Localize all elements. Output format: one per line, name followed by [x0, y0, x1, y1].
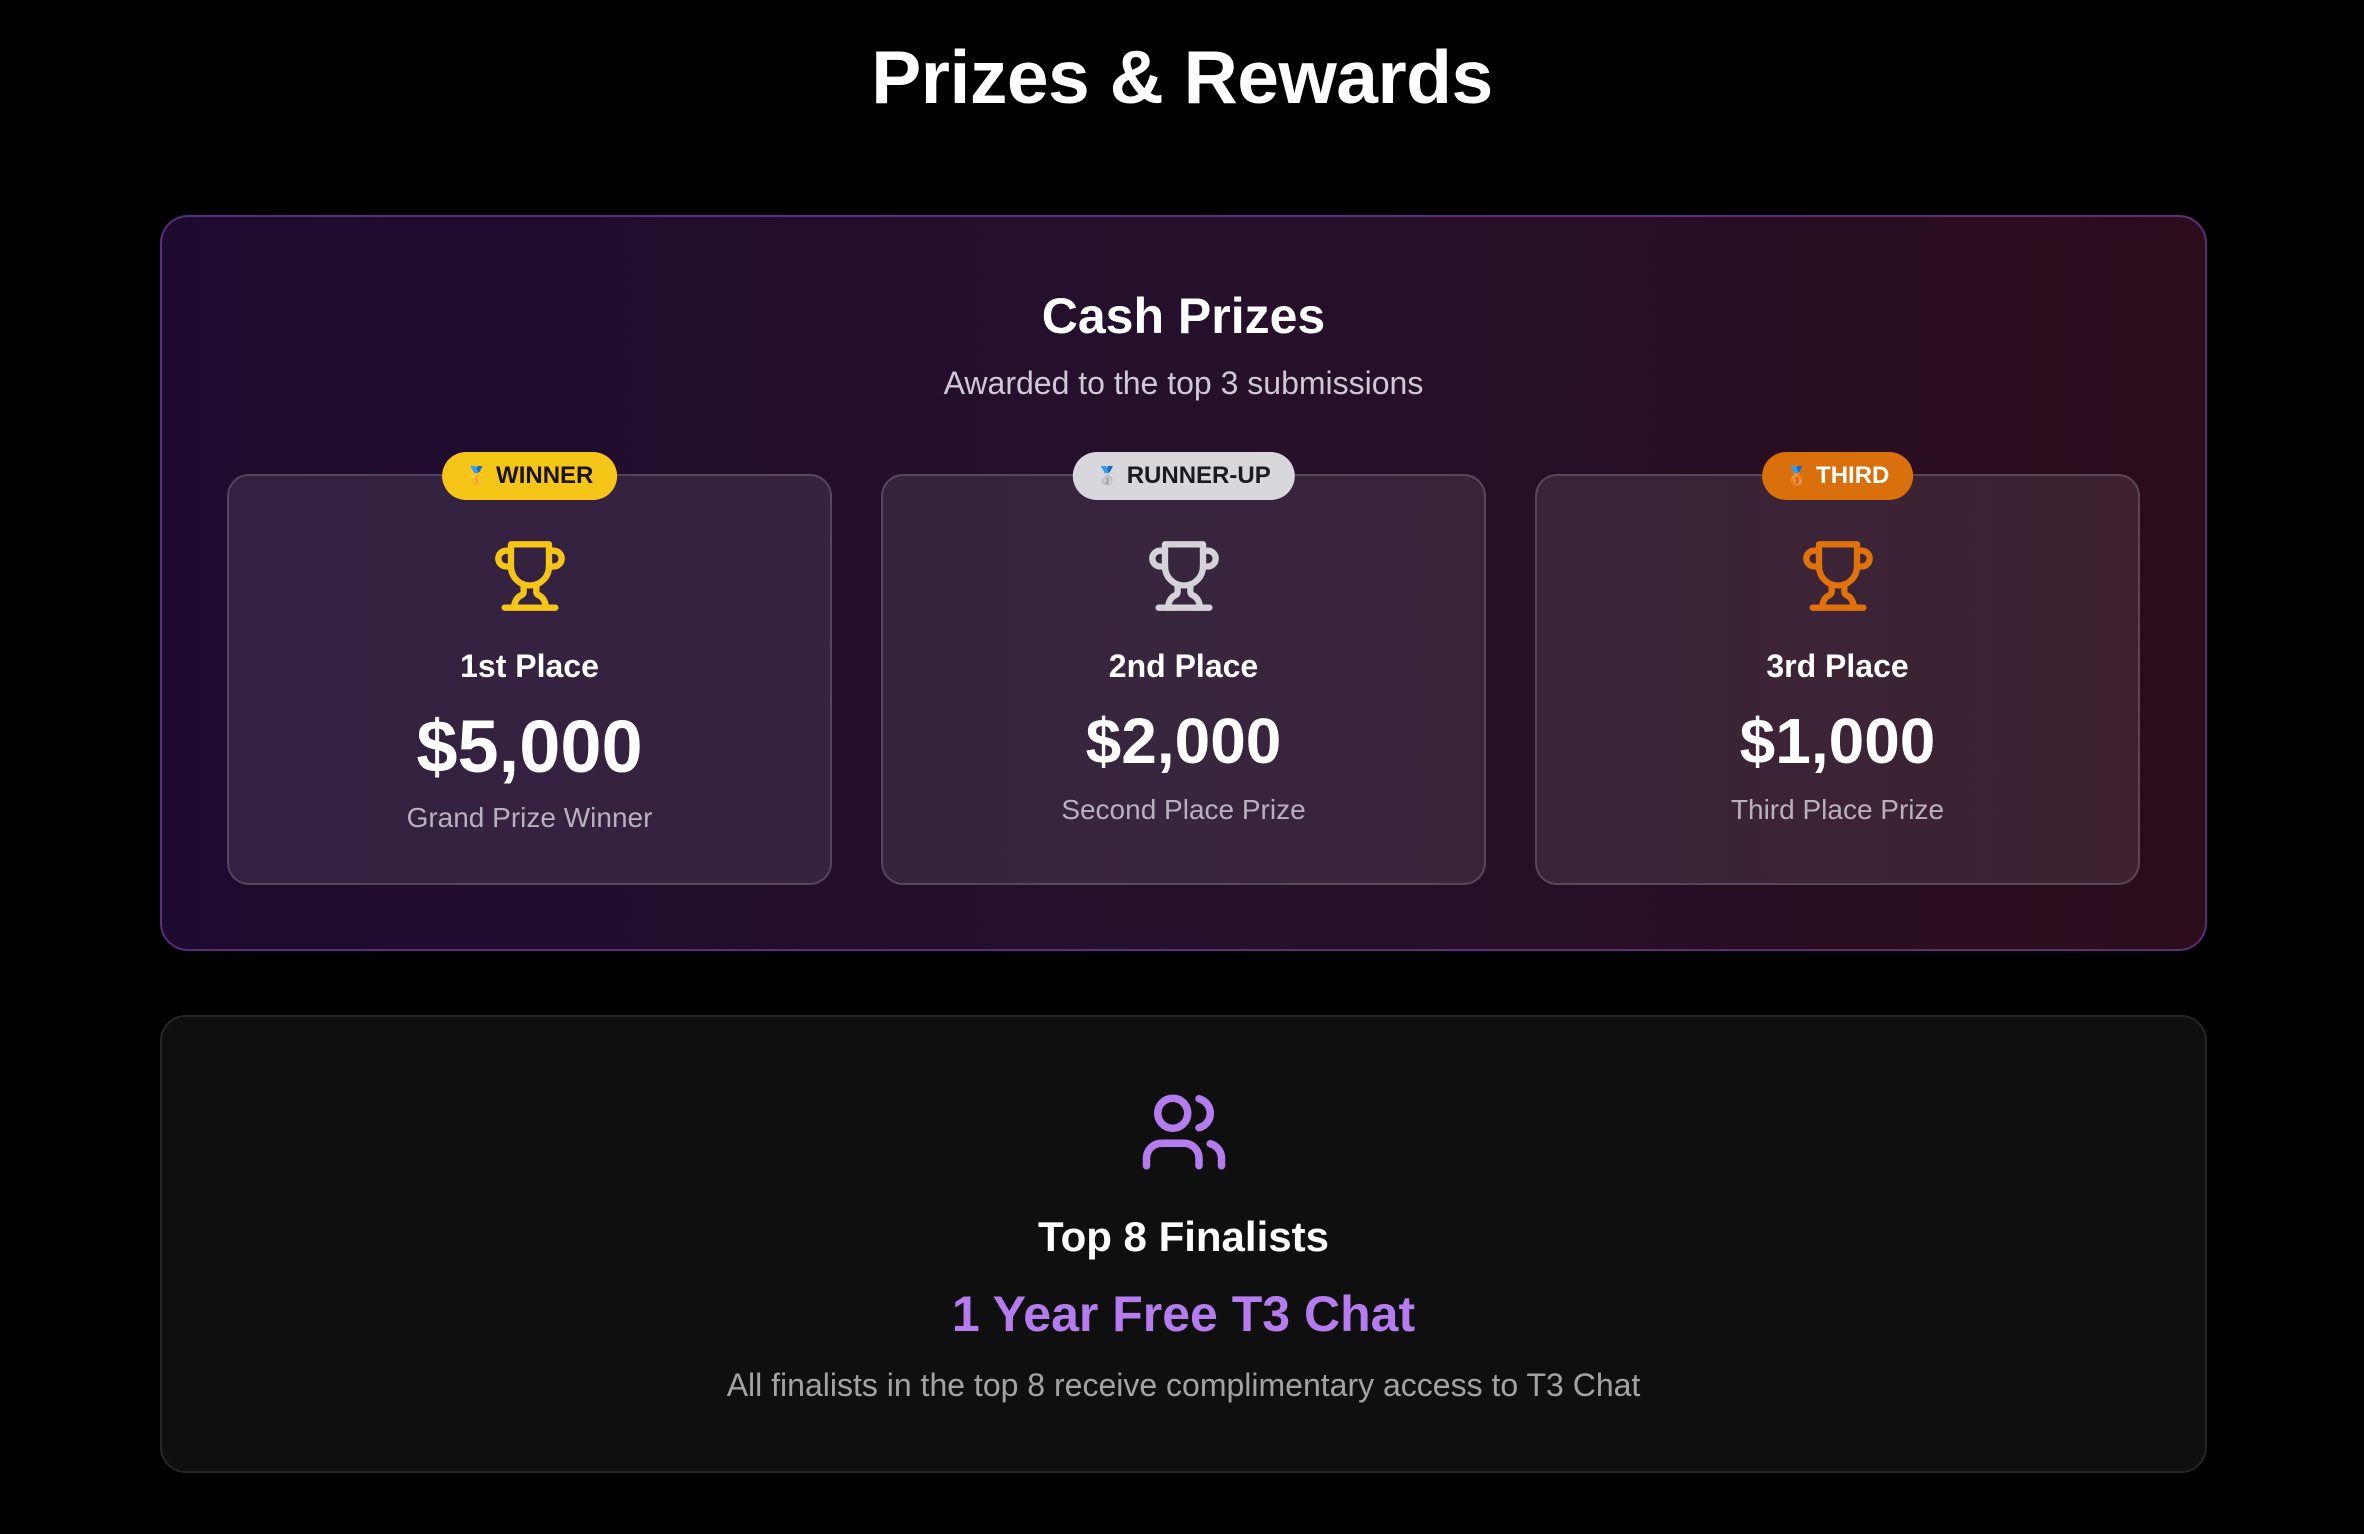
place-label: 2nd Place — [1108, 648, 1259, 684]
winner-badge: 🥇 WINNER — [441, 452, 618, 500]
prize-description: Grand Prize Winner — [406, 802, 653, 833]
prize-amount: $2,000 — [1085, 705, 1282, 777]
badge-label: THIRD — [1816, 462, 1890, 489]
silver-medal-icon: 🥈 — [1096, 465, 1119, 486]
prize-amount: $5,000 — [416, 705, 643, 788]
cash-prizes-panel: Cash Prizes Awarded to the top 3 submiss… — [160, 215, 2207, 951]
cash-prizes-title: Cash Prizes — [1041, 288, 1326, 344]
finalists-reward: 1 Year Free T3 Chat — [951, 1286, 1416, 1342]
prize-description: Second Place Prize — [1061, 794, 1306, 825]
prize-description: Third Place Prize — [1730, 794, 1945, 825]
third-badge: 🥉 THIRD — [1761, 452, 1914, 500]
prize-card-first: 🥇 WINNER 1st Place $5,000 Grand Prize Wi… — [227, 452, 832, 885]
finalists-description: All finalists in the top 8 receive compl… — [726, 1367, 1641, 1403]
prize-card-second: 🥈 RUNNER-UP 2nd Place $2,000 Second Plac… — [881, 452, 1486, 885]
cash-prizes-subtitle: Awarded to the top 3 submissions — [943, 365, 1424, 401]
prize-card-third: 🥉 THIRD 3rd Place $1,000 Third Place Pri… — [1535, 452, 2140, 885]
users-icon — [1142, 1094, 1225, 1170]
page-title: Prizes & Rewards — [871, 35, 1493, 119]
trophy-icon — [1802, 541, 1873, 611]
gold-medal-icon: 🥇 — [465, 465, 489, 486]
badge-label: WINNER — [496, 462, 594, 489]
runner-up-badge: 🥈 RUNNER-UP — [1072, 452, 1295, 500]
trophy-icon — [494, 541, 565, 611]
bronze-medal-icon: 🥉 — [1785, 465, 1809, 486]
place-label: 3rd Place — [1766, 648, 1909, 684]
prize-amount: $1,000 — [1739, 705, 1936, 777]
finalists-title: Top 8 Finalists — [1038, 1213, 1329, 1260]
finalists-panel: Top 8 Finalists 1 Year Free T3 Chat All … — [160, 1015, 2207, 1473]
trophy-icon — [1148, 541, 1219, 611]
prizes-page: Prizes & Rewards Cash Prizes Awarded to … — [0, 0, 2364, 1534]
place-label: 1st Place — [460, 648, 599, 684]
badge-label: RUNNER-UP — [1126, 462, 1271, 489]
